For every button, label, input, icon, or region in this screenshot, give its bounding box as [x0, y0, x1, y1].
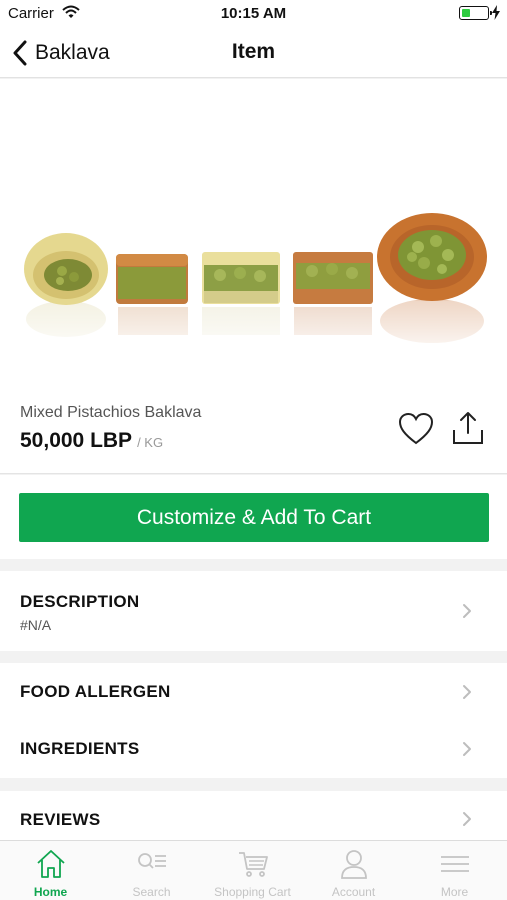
navigation-bar: Baklava Item — [0, 28, 507, 78]
ingredients-row[interactable]: INGREDIENTS — [0, 720, 507, 777]
battery-icon — [459, 6, 492, 20]
product-name: Mixed Pistachios Baklava — [20, 404, 202, 421]
cta-area: Customize & Add To Cart — [0, 475, 507, 559]
chevron-right-icon — [463, 685, 471, 699]
cart-icon — [239, 852, 268, 877]
tab-more[interactable]: More — [404, 841, 505, 900]
customize-add-to-cart-button[interactable]: Customize & Add To Cart — [19, 493, 489, 542]
reviews-section: REVIEWS — [0, 791, 507, 840]
menu-icon — [441, 856, 469, 872]
tab-label: Account — [331, 885, 376, 899]
reviews-row[interactable]: REVIEWS — [0, 791, 507, 840]
tab-label: Home — [33, 885, 68, 899]
tab-label: Shopping Cart — [214, 885, 291, 899]
details-section: FOOD ALLERGEN INGREDIENTS — [0, 663, 507, 778]
price-unit: / KG — [137, 435, 164, 450]
food-allergen-row[interactable]: FOOD ALLERGEN — [0, 663, 507, 720]
search-icon — [138, 853, 166, 869]
ingredients-title: INGREDIENTS — [20, 739, 140, 758]
charging-icon — [492, 5, 500, 20]
chevron-right-icon — [463, 812, 471, 826]
share-icon[interactable] — [450, 410, 486, 446]
description-value: #N/A — [20, 617, 52, 633]
tab-account[interactable]: Account — [303, 841, 404, 900]
product-info: Mixed Pistachios Baklava 50,000 LBP / KG — [0, 384, 507, 474]
baklava-photo — [0, 79, 507, 384]
account-icon — [341, 850, 367, 879]
tab-label: More — [440, 885, 469, 899]
price-row: 50,000 LBP / KG — [20, 429, 163, 453]
tab-shopping-cart[interactable]: Shopping Cart — [202, 841, 303, 900]
reviews-title: REVIEWS — [20, 810, 101, 829]
clock: 10:15 AM — [220, 5, 287, 22]
chevron-right-icon — [463, 742, 471, 756]
status-bar: Carrier 10:15 AM — [0, 0, 507, 28]
description-section: DESCRIPTION #N/A — [0, 571, 507, 651]
tab-bar: Home Search Shopping Cart Account More — [0, 840, 507, 900]
home-icon — [37, 850, 65, 878]
description-row[interactable]: DESCRIPTION #N/A — [0, 571, 507, 651]
food-allergen-title: FOOD ALLERGEN — [20, 682, 171, 701]
tab-label: Search — [132, 885, 171, 899]
description-title: DESCRIPTION — [20, 592, 140, 611]
product-price: 50,000 LBP — [20, 429, 133, 452]
tab-search[interactable]: Search — [101, 841, 202, 900]
heart-icon[interactable] — [398, 412, 434, 446]
chevron-right-icon — [463, 604, 471, 618]
tab-home[interactable]: Home — [0, 841, 101, 900]
product-image — [0, 79, 507, 384]
page-title: Item — [231, 40, 276, 63]
